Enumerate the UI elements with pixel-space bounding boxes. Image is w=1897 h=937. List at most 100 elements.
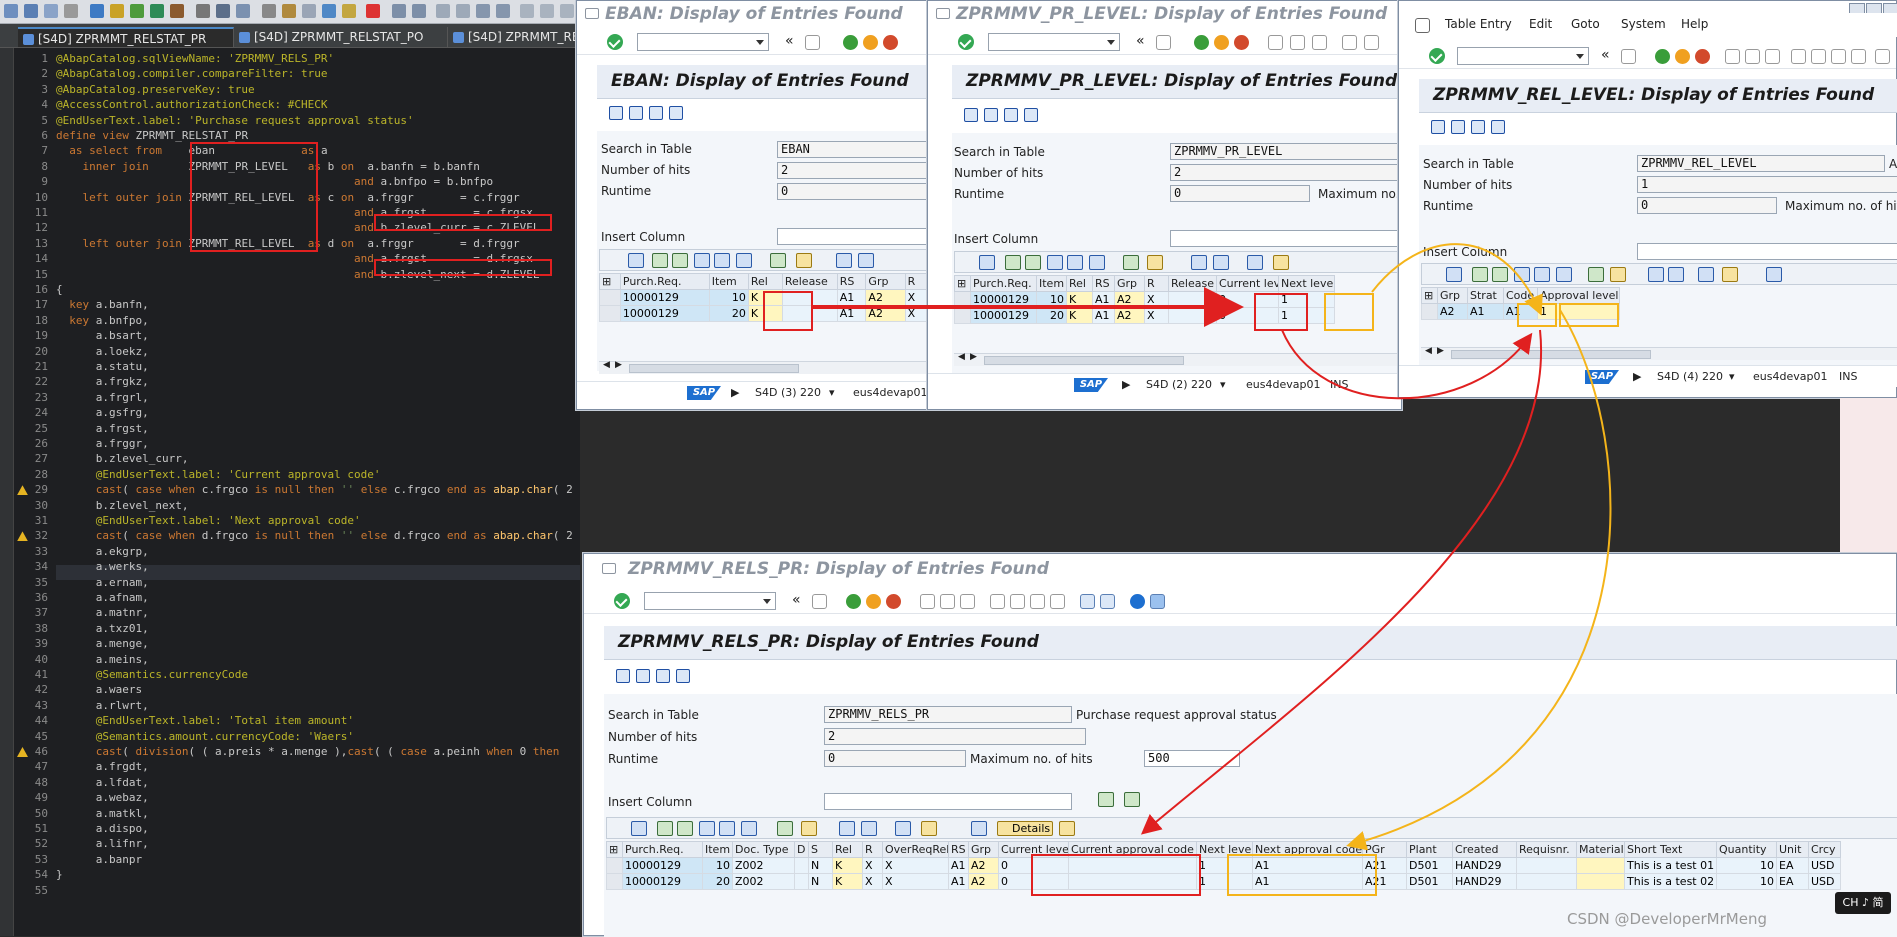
zoom-icon[interactable]: [631, 821, 647, 836]
save-icon[interactable]: [1621, 49, 1636, 64]
zoom-icon[interactable]: [1446, 267, 1462, 282]
close-icon[interactable]: [366, 4, 380, 18]
column-header[interactable]: Next approval code: [1252, 841, 1363, 858]
column-header[interactable]: Grp: [1114, 275, 1145, 292]
status-expand-icon[interactable]: ▶: [1122, 378, 1130, 391]
row-selector[interactable]: [599, 289, 621, 306]
find-next-icon[interactable]: [960, 594, 975, 609]
enter-icon[interactable]: [1429, 48, 1445, 64]
sql-icon[interactable]: [1491, 120, 1505, 134]
select-all-icon[interactable]: ⊞: [606, 841, 623, 858]
column-header[interactable]: Purch.Req.: [619, 273, 710, 290]
column-header[interactable]: Item: [702, 841, 733, 858]
refresh-icon[interactable]: [964, 108, 978, 122]
new-session-icon[interactable]: [1080, 594, 1095, 609]
next-page-icon[interactable]: [1030, 594, 1045, 609]
column-header[interactable]: Rel: [1066, 275, 1093, 292]
help-icon[interactable]: [1130, 594, 1145, 609]
column-header[interactable]: Strat: [1467, 287, 1504, 304]
column-header[interactable]: Item: [708, 273, 749, 290]
save-all-icon[interactable]: [44, 4, 58, 18]
sort-descending-icon[interactable]: [677, 821, 693, 836]
menu-table-entry[interactable]: Table Entry: [1445, 17, 1512, 31]
zoom-icon[interactable]: [979, 255, 995, 270]
search-in-table-field[interactable]: ZPRMMV_REL_LEVEL: [1637, 155, 1885, 172]
print-preview-icon[interactable]: [836, 253, 852, 268]
info-icon[interactable]: [1766, 267, 1782, 282]
refresh-icon[interactable]: [609, 106, 623, 120]
column-header[interactable]: Current level: [998, 841, 1069, 858]
menu-goto[interactable]: Goto: [1571, 17, 1600, 31]
column-header[interactable]: Approval level: [1537, 287, 1620, 304]
sort-descending-icon[interactable]: [1492, 267, 1508, 282]
table-row[interactable]: 10000129 10 K A1 A2 X: [599, 289, 938, 306]
column-header[interactable]: Code: [1503, 287, 1538, 304]
first-page-icon[interactable]: [990, 594, 1005, 609]
column-header[interactable]: Rel: [832, 841, 863, 858]
code-editor[interactable]: @AbapCatalog.sqlViewName: 'ZPRMMV_RELS_P…: [56, 52, 580, 932]
scroll-thumb[interactable]: [629, 364, 799, 373]
subtotal-icon[interactable]: [1147, 255, 1163, 270]
filter-icon[interactable]: [741, 821, 757, 836]
search-in-table-field[interactable]: ZPRMMV_RELS_PR: [824, 706, 1072, 723]
next-page-icon[interactable]: [1831, 49, 1846, 64]
print-icon[interactable]: [1268, 35, 1283, 50]
export-icon[interactable]: [1698, 267, 1714, 282]
column-header[interactable]: Grp: [1437, 287, 1468, 304]
back-icon[interactable]: [1655, 49, 1670, 64]
export-icon[interactable]: [895, 821, 911, 836]
export-icon[interactable]: [1247, 255, 1263, 270]
insert-column-field[interactable]: [824, 793, 1072, 810]
column-header[interactable]: Current level: [1216, 275, 1279, 292]
exit-icon[interactable]: [866, 594, 881, 609]
total-icon[interactable]: [770, 253, 786, 268]
select-layout-icon[interactable]: [1004, 108, 1018, 122]
row-selector[interactable]: [954, 307, 971, 324]
history-icon[interactable]: [496, 4, 510, 18]
last-page-icon[interactable]: [1050, 594, 1065, 609]
customize-layout-icon[interactable]: [1150, 594, 1165, 609]
settings-icon[interactable]: [196, 4, 210, 18]
column-header[interactable]: Purch.Req.: [970, 275, 1037, 292]
zoom-icon[interactable]: [628, 253, 644, 268]
pen-icon[interactable]: [342, 4, 356, 18]
back-icon[interactable]: [843, 35, 858, 50]
add-column-icon[interactable]: [1098, 792, 1114, 807]
enter-icon[interactable]: [607, 34, 623, 50]
print-icon[interactable]: [1725, 49, 1740, 64]
horizontal-scrollbar[interactable]: ◀ ▶: [599, 360, 937, 374]
navigate-icon[interactable]: [476, 4, 490, 18]
column-header[interactable]: RS: [948, 841, 969, 858]
enter-icon[interactable]: [958, 34, 974, 50]
print-preview-icon[interactable]: [1191, 255, 1207, 270]
command-field[interactable]: [644, 592, 776, 610]
save-icon[interactable]: [24, 4, 38, 18]
status-expand-icon[interactable]: ▶: [1633, 370, 1641, 383]
table-row[interactable]: 10000129 20 K A1 A2 X 0 1: [954, 307, 1335, 324]
sql-icon[interactable]: [1024, 108, 1038, 122]
column-header[interactable]: Created: [1452, 841, 1517, 858]
exit-icon[interactable]: [863, 35, 878, 50]
insert-column-field[interactable]: [777, 228, 937, 245]
save-icon[interactable]: [1156, 35, 1171, 50]
enter-icon[interactable]: [614, 593, 630, 609]
next-annotation-icon[interactable]: [436, 4, 450, 18]
scroll-right-icon[interactable]: ▶: [970, 352, 977, 362]
prev-page-icon[interactable]: [1811, 49, 1826, 64]
column-header[interactable]: Item: [1036, 275, 1067, 292]
find-icon[interactable]: [699, 821, 715, 836]
sort-ascending-icon[interactable]: [1005, 255, 1021, 270]
filter-icon[interactable]: [1556, 267, 1572, 282]
overflow-icon[interactable]: [560, 4, 574, 18]
views-icon[interactable]: [1668, 267, 1684, 282]
column-header[interactable]: Quantity: [1716, 841, 1777, 858]
select-all-icon[interactable]: ⊞: [1421, 287, 1438, 304]
info-icon[interactable]: [971, 821, 987, 836]
search-in-table-field[interactable]: EBAN: [777, 141, 937, 158]
column-header[interactable]: Release: [781, 273, 838, 290]
column-header[interactable]: RS: [1092, 275, 1115, 292]
row-selector[interactable]: [1421, 303, 1438, 320]
transport-icon[interactable]: [282, 4, 296, 18]
cancel-icon[interactable]: [883, 35, 898, 50]
layout-icon[interactable]: [1273, 255, 1289, 270]
